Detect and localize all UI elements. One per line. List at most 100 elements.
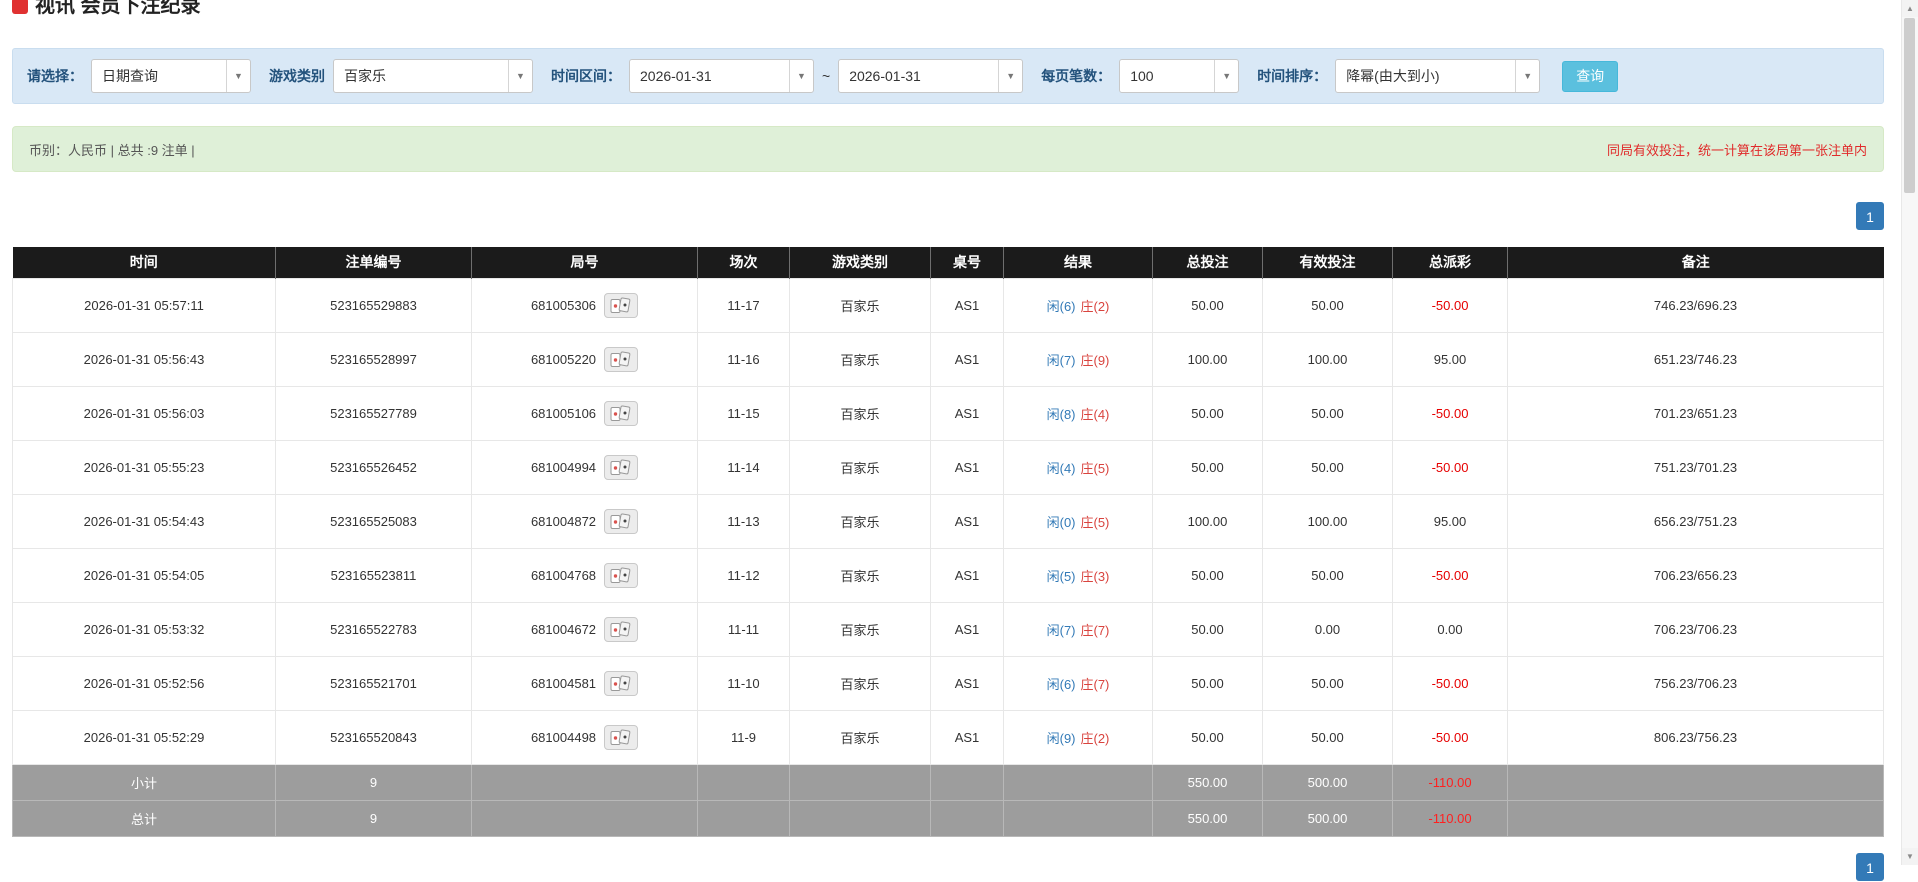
- round-number-text: 681004994: [530, 459, 597, 475]
- view-cards-icon[interactable]: [604, 346, 639, 372]
- query-type-value: 日期查询: [102, 68, 158, 84]
- cell-table-number: AS1: [930, 547, 1004, 603]
- cell-game-type: 百家乐: [789, 385, 931, 441]
- scroll-down-icon[interactable]: ▼: [1902, 848, 1918, 865]
- col-table-number: 桌号: [930, 247, 1004, 278]
- caret-down-icon: ▼: [226, 60, 250, 92]
- scroll-up-icon[interactable]: ▲: [1902, 0, 1918, 17]
- result-player: 闲(6): [1046, 298, 1076, 314]
- cell-game-type: 百家乐: [789, 331, 931, 387]
- cell-valid-bet: 50.00: [1262, 547, 1393, 603]
- filter-group-sort: 时间排序： 降幂(由大到小) ▼: [1257, 59, 1541, 93]
- cell-session: 11-16: [697, 331, 790, 387]
- caret-down-icon: ▼: [1515, 60, 1539, 92]
- cell-remark: 756.23/706.23: [1507, 655, 1884, 711]
- cell-session: 11-15: [697, 385, 790, 441]
- per-page-select[interactable]: 100 ▼: [1119, 59, 1240, 93]
- view-cards-icon[interactable]: [604, 400, 639, 426]
- cell-round-number: 681004768: [471, 547, 698, 603]
- cell-total-payout: -50.00: [1392, 655, 1508, 711]
- cell-session: 11-11: [697, 601, 790, 657]
- subtotal-valid-bet: 500.00: [1262, 763, 1393, 801]
- summary-bar: 币别：人民币 | 总共 :9 注单 | 同局有效投注，统一计算在该局第一张注单内: [12, 126, 1884, 172]
- cell-time: 2026-01-31 05:53:32: [12, 601, 276, 657]
- summary-totals-text: 币别：人民币 | 总共 :9 注单 |: [29, 142, 195, 158]
- game-type-value: 百家乐: [344, 68, 386, 84]
- view-cards-icon[interactable]: [604, 454, 639, 480]
- grand-total-total-bet: 550.00: [1152, 799, 1263, 837]
- filter-group-select: 请选择： 日期查询 ▼: [27, 59, 251, 93]
- view-cards-icon[interactable]: [604, 724, 639, 750]
- result-player: 闲(9): [1046, 730, 1076, 746]
- cell-time: 2026-01-31 05:54:43: [12, 493, 276, 549]
- result-banker: 庄(5): [1080, 460, 1110, 476]
- cell-time: 2026-01-31 05:56:43: [12, 331, 276, 387]
- page: 视讯 会员下注纪录 请选择： 日期查询 ▼ 游戏类别 百家乐 ▼ 时间区间： 2…: [0, 0, 1901, 881]
- game-type-select[interactable]: 百家乐 ▼: [333, 59, 533, 93]
- col-time: 时间: [12, 247, 276, 278]
- cell-session: 11-9: [697, 709, 790, 765]
- round-number-text: 681004581: [530, 675, 597, 691]
- vertical-scrollbar[interactable]: ▲ ▼: [1901, 0, 1918, 865]
- sort-label: 时间排序：: [1257, 68, 1328, 84]
- date-to-select[interactable]: 2026-01-31 ▼: [838, 59, 1024, 93]
- result-banker: 庄(2): [1080, 730, 1110, 746]
- view-cards-icon[interactable]: [604, 508, 639, 534]
- cell-time: 2026-01-31 05:56:03: [12, 385, 276, 441]
- cell-total-payout: 0.00: [1392, 601, 1508, 657]
- grand-total-label: 总计: [12, 799, 276, 837]
- cell-game-type: 百家乐: [789, 277, 931, 333]
- cell-remark: 706.23/656.23: [1507, 547, 1884, 603]
- sort-order-select[interactable]: 降幂(由大到小) ▼: [1335, 59, 1541, 93]
- result-banker: 庄(4): [1080, 406, 1110, 422]
- page-1-button-bottom[interactable]: 1: [1856, 852, 1884, 881]
- cell-remark: 651.23/746.23: [1507, 331, 1884, 387]
- caret-down-icon: ▼: [998, 60, 1022, 92]
- cell-session: 11-14: [697, 439, 790, 495]
- cell-round-number: 681004581: [471, 655, 698, 711]
- result-banker: 庄(3): [1080, 568, 1110, 584]
- col-round-number: 局号: [471, 247, 698, 278]
- col-remark: 备注: [1507, 247, 1884, 278]
- subtotal-total-bet: 550.00: [1152, 763, 1263, 801]
- col-session: 场次: [697, 247, 790, 278]
- query-button[interactable]: 查询: [1562, 60, 1619, 92]
- date-from-select[interactable]: 2026-01-31 ▼: [629, 59, 814, 93]
- pagination-top: 1: [12, 202, 1884, 230]
- filter-group-game: 游戏类别 百家乐 ▼: [269, 59, 533, 93]
- view-cards-icon[interactable]: [604, 670, 639, 696]
- cell-total-payout: -50.00: [1392, 277, 1508, 333]
- table-row: 2026-01-31 05:54:05 523165523811 6810047…: [12, 547, 1884, 603]
- subtotal-label: 小计: [12, 763, 276, 801]
- cell-time: 2026-01-31 05:52:56: [12, 655, 276, 711]
- view-cards-icon[interactable]: [604, 616, 639, 642]
- cell-round-number: 681004498: [471, 709, 698, 765]
- result-player: 闲(0): [1046, 514, 1076, 530]
- cell-total-bet: 50.00: [1152, 277, 1263, 333]
- page-title-bar: 视讯 会员下注纪录: [12, 0, 1884, 20]
- subtotal-count: 9: [275, 763, 472, 801]
- cell-game-type: 百家乐: [789, 547, 931, 603]
- view-cards-icon[interactable]: [604, 562, 639, 588]
- result-player: 闲(7): [1046, 622, 1076, 638]
- bet-records-table: 时间 注单编号 局号 场次 游戏类别 桌号 结果 总投注 有效投注 总派彩 备注…: [12, 247, 1884, 837]
- cell-time: 2026-01-31 05:55:23: [12, 439, 276, 495]
- cell-session: 11-13: [697, 493, 790, 549]
- cell-table-number: AS1: [930, 439, 1004, 495]
- cell-game-type: 百家乐: [789, 709, 931, 765]
- table-header-row: 时间 注单编号 局号 场次 游戏类别 桌号 结果 总投注 有效投注 总派彩 备注: [12, 247, 1884, 278]
- result-player: 闲(5): [1046, 568, 1076, 584]
- cell-valid-bet: 0.00: [1262, 601, 1393, 657]
- per-page-label: 每页笔数：: [1041, 68, 1112, 84]
- view-cards-icon[interactable]: [604, 292, 639, 318]
- cell-total-bet: 50.00: [1152, 439, 1263, 495]
- scrollbar-thumb[interactable]: [1904, 18, 1915, 193]
- query-type-select[interactable]: 日期查询 ▼: [91, 59, 251, 93]
- cell-session: 11-12: [697, 547, 790, 603]
- subtotal-payout: -110.00: [1392, 763, 1508, 801]
- cell-total-payout: -50.00: [1392, 439, 1508, 495]
- page-1-button[interactable]: 1: [1856, 202, 1884, 230]
- cell-bet-number: 523165527789: [275, 385, 472, 441]
- cell-round-number: 681005306: [471, 277, 698, 333]
- round-number-text: 681005306: [530, 297, 597, 313]
